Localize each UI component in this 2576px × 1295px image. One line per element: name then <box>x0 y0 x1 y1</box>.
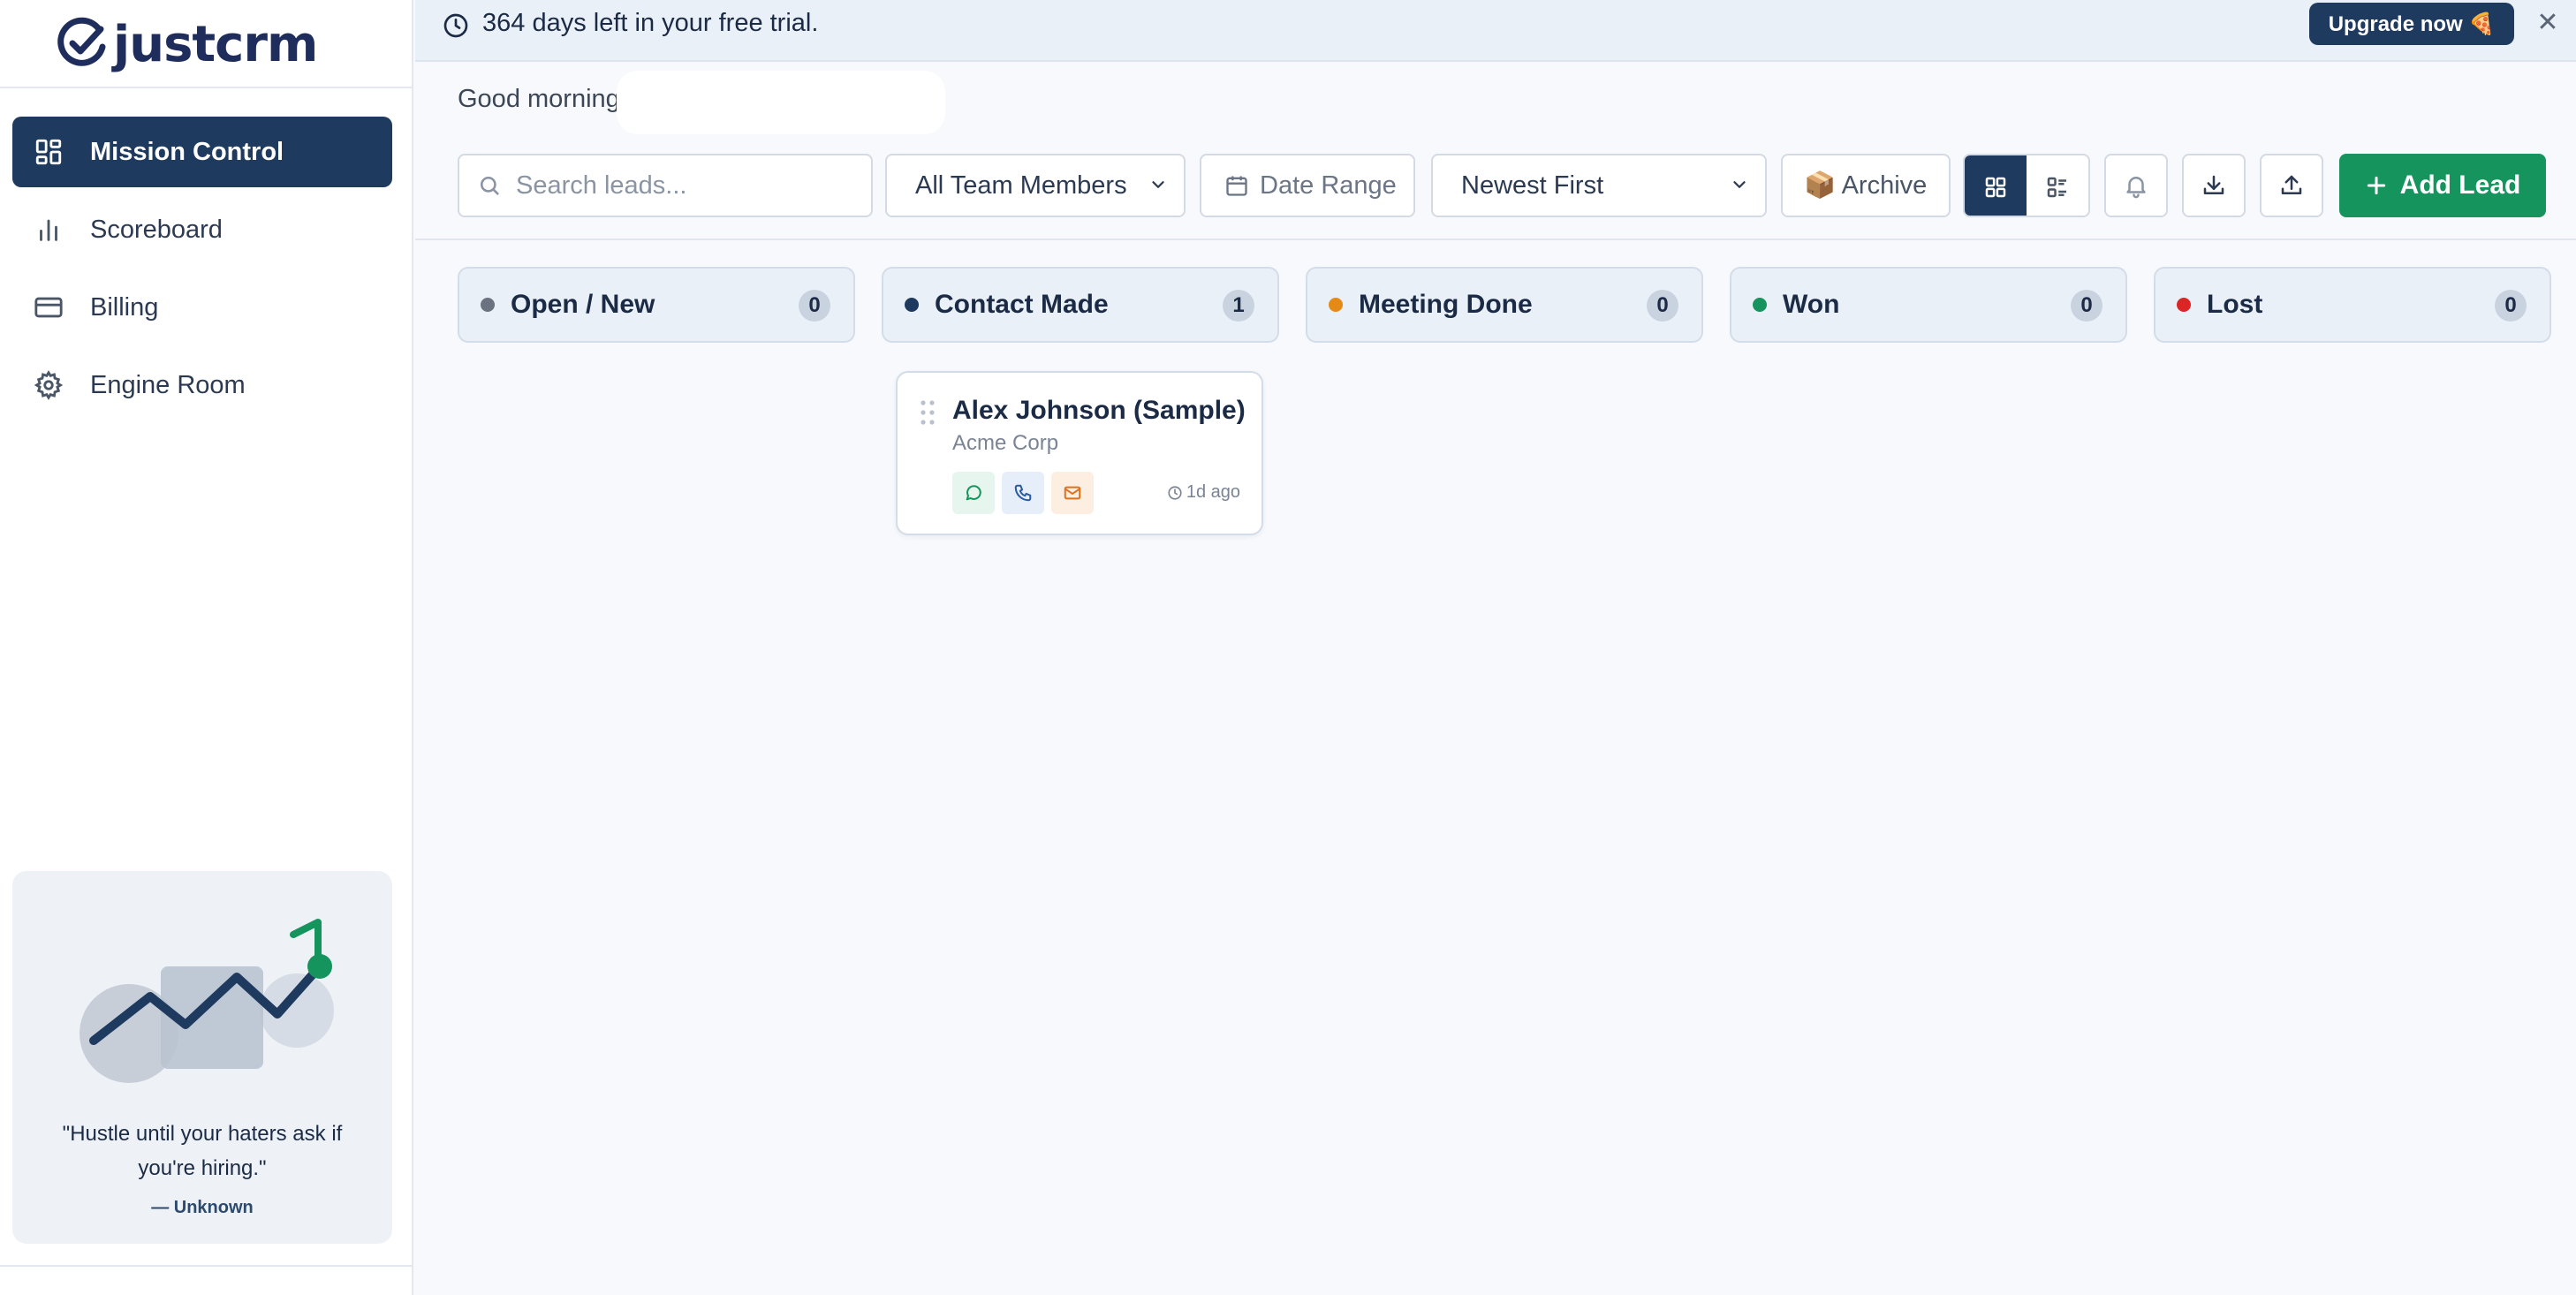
sidebar: justcrm Mission Control Scoreboard Billi… <box>0 0 413 1295</box>
phone-icon <box>1014 484 1032 502</box>
list-view-button[interactable] <box>2027 155 2088 216</box>
quote-card: "Hustle until your haters ask if you're … <box>12 871 392 1244</box>
column-title: Open / New <box>511 290 655 319</box>
bell-icon <box>2126 177 2146 199</box>
email-button[interactable] <box>1051 472 1094 514</box>
search-box[interactable] <box>458 154 873 217</box>
sort-select[interactable]: Newest First <box>1431 154 1767 217</box>
add-lead-label: Add Lead <box>2399 170 2521 200</box>
view-toggle <box>1963 154 2090 217</box>
chevron-down-icon <box>1733 181 1746 188</box>
column-count-badge: 1 <box>1223 290 1254 322</box>
lead-timestamp: 1d ago <box>1167 482 1240 503</box>
status-dot <box>1329 298 1343 312</box>
toolbar: All Team Members Date Range Newest First… <box>415 134 2576 240</box>
credit-card-icon <box>34 297 63 318</box>
status-dot <box>905 298 919 312</box>
column-count-badge: 0 <box>2495 290 2527 322</box>
download-icon <box>2203 175 2224 194</box>
logo-check-icon <box>57 17 106 66</box>
column-title: Lost <box>2207 290 2263 319</box>
column-title: Meeting Done <box>1359 290 1533 319</box>
clock-icon <box>443 13 468 38</box>
sidebar-item-mission-control[interactable]: Mission Control <box>12 117 392 187</box>
sidebar-item-engine-room[interactable]: Engine Room <box>12 350 392 420</box>
calendar-icon <box>1226 176 1247 196</box>
column-title: Won <box>1783 290 1840 319</box>
column-open-new[interactable]: Open / New 0 <box>458 267 855 343</box>
call-button[interactable] <box>1002 472 1044 514</box>
column-count-badge: 0 <box>2071 290 2102 322</box>
board-view-button[interactable] <box>1965 155 2027 216</box>
archive-label: 📦 Archive <box>1804 171 1928 200</box>
sidebar-item-scoreboard[interactable]: Scoreboard <box>12 194 392 265</box>
date-range-label: Date Range <box>1260 170 1397 200</box>
status-dot <box>481 298 495 312</box>
chevron-down-icon <box>1152 181 1164 188</box>
close-icon[interactable]: ✕ <box>2534 9 2562 37</box>
bar-chart-icon <box>40 219 57 241</box>
upgrade-button[interactable]: Upgrade now 🍕 <box>2309 3 2514 45</box>
greeting-text: Good morning <box>458 85 620 113</box>
upload-icon <box>2281 175 2302 194</box>
app-logo[interactable]: justcrm <box>55 4 318 85</box>
logo-text: justcrm <box>113 15 318 73</box>
sidebar-nav: Mission Control Scoreboard Billing Engin… <box>12 117 392 428</box>
column-count-badge: 0 <box>1647 290 1678 322</box>
trial-banner: 364 days left in your free trial. Upgrad… <box>415 0 2576 62</box>
search-icon <box>480 176 499 195</box>
status-dot <box>2177 298 2191 312</box>
clock-icon <box>1168 485 1182 500</box>
lead-company: Acme Corp <box>952 431 1059 455</box>
notifications-button[interactable] <box>2104 154 2168 217</box>
column-won[interactable]: Won 0 <box>1730 267 2127 343</box>
column-meeting-done[interactable]: Meeting Done 0 <box>1306 267 1703 343</box>
add-lead-button[interactable]: Add Lead <box>2339 154 2546 217</box>
greeting-username-mask <box>617 71 945 134</box>
sidebar-item-label: Billing <box>90 292 159 322</box>
sort-select-value: Newest First <box>1461 170 1604 200</box>
team-member-select-value: All Team Members <box>915 170 1127 200</box>
import-button[interactable] <box>2260 154 2323 217</box>
trial-text: 364 days left in your free trial. <box>482 9 819 37</box>
column-contact-made[interactable]: Contact Made 1 <box>882 267 1279 343</box>
greeting-bar: Good morning <box>415 64 2576 134</box>
grid-view-icon <box>1985 177 2006 198</box>
gear-icon <box>34 370 64 400</box>
growth-chart-illustration-icon <box>80 919 334 1083</box>
message-icon <box>966 485 981 501</box>
drag-handle-icon[interactable] <box>919 399 936 426</box>
team-member-select[interactable]: All Team Members <box>885 154 1186 217</box>
lead-name: Alex Johnson (Sample) <box>952 396 1246 425</box>
date-range-button[interactable]: Date Range <box>1200 154 1415 217</box>
column-count-badge: 0 <box>799 290 830 322</box>
export-button[interactable] <box>2182 154 2246 217</box>
archive-button[interactable]: 📦 Archive <box>1781 154 1951 217</box>
mail-icon <box>1064 486 1081 500</box>
column-lost[interactable]: Lost 0 <box>2154 267 2551 343</box>
lead-card[interactable]: Alex Johnson (Sample) Acme Corp 1d ago <box>896 371 1263 535</box>
sidebar-divider <box>0 87 413 88</box>
sidebar-item-label: Mission Control <box>90 137 284 166</box>
sidebar-item-label: Engine Room <box>90 370 246 399</box>
search-input[interactable] <box>516 170 852 201</box>
sidebar-bottom-divider <box>0 1265 413 1267</box>
quote-author: — Unknown <box>151 1198 254 1217</box>
plus-icon <box>2367 176 2385 195</box>
status-dot <box>1753 298 1767 312</box>
dashboard-grid-icon <box>35 139 62 165</box>
quote-text: "Hustle until your haters ask if you're … <box>62 1122 343 1180</box>
sidebar-item-billing[interactable]: Billing <box>12 272 392 343</box>
list-view-icon <box>2047 177 2066 198</box>
column-title: Contact Made <box>935 290 1109 319</box>
message-button[interactable] <box>952 472 995 514</box>
sidebar-item-label: Scoreboard <box>90 215 223 244</box>
lead-time-text: 1d ago <box>1186 482 1240 502</box>
